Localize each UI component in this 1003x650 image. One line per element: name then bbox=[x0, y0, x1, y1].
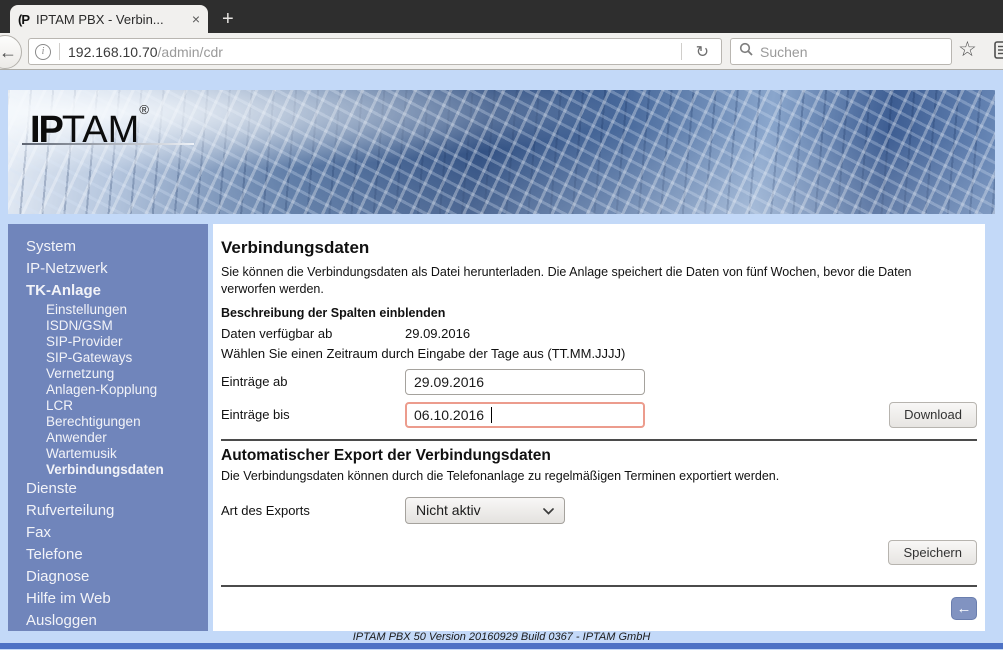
divider bbox=[221, 585, 977, 587]
available-from-value: 29.09.2016 bbox=[405, 326, 470, 341]
export-section-title: Automatischer Export der Verbindungsdate… bbox=[221, 447, 977, 465]
download-button[interactable]: Download bbox=[889, 402, 977, 428]
sidebar-item-sip-provider[interactable]: SIP-Provider bbox=[8, 334, 208, 350]
sidebar-item-dienste[interactable]: Dienste bbox=[8, 478, 208, 500]
new-tab-button[interactable]: + bbox=[222, 6, 234, 32]
reload-icon[interactable]: ↻ bbox=[690, 42, 715, 62]
back-link-button[interactable]: ← bbox=[951, 597, 977, 620]
footer-bar: IPTAM PBX 50 Version 20160929 Build 0367… bbox=[0, 631, 1003, 643]
sidebar-item-diagnose[interactable]: Diagnose bbox=[8, 566, 208, 588]
tab-title: IPTAM PBX - Verbin... bbox=[36, 12, 185, 27]
page-title: Verbindungsdaten bbox=[221, 238, 977, 258]
logo-underline bbox=[22, 143, 194, 145]
sidebar-item-system[interactable]: System bbox=[8, 236, 208, 258]
sidebar-item-verbindungsdaten[interactable]: Verbindungsdaten bbox=[8, 462, 208, 478]
sidebar-item-hilfe-im-web[interactable]: Hilfe im Web bbox=[8, 588, 208, 610]
sidebar-item-sip-gateways[interactable]: SIP-Gateways bbox=[8, 350, 208, 366]
page-viewport: IPTAM® SystemIP-NetzwerkTK-AnlageEinstel… bbox=[0, 90, 1003, 650]
save-button[interactable]: Speichern bbox=[888, 540, 977, 565]
sidebar-item-vernetzung[interactable]: Vernetzung bbox=[8, 366, 208, 382]
bottom-strip bbox=[0, 643, 1003, 649]
url-bar[interactable]: i 192.168.10.70/admin/cdr ↻ bbox=[28, 38, 722, 65]
footer-version-text: IPTAM PBX 50 Version 20160929 Build 0367… bbox=[353, 631, 651, 643]
entries-from-label: Einträge ab bbox=[221, 374, 405, 389]
search-placeholder: Suchen bbox=[760, 44, 807, 60]
export-type-select[interactable]: Nicht aktiv bbox=[405, 497, 565, 524]
entries-to-label: Einträge bis bbox=[221, 407, 405, 422]
content-area: Verbindungsdaten Sie können die Verbindu… bbox=[213, 224, 985, 631]
divider bbox=[59, 43, 60, 60]
browser-window: (P IPTAM PBX - Verbin... × + ← i 192.168… bbox=[0, 0, 1003, 70]
sidebar-item-anwender[interactable]: Anwender bbox=[8, 430, 208, 446]
tab-bar: (P IPTAM PBX - Verbin... × + bbox=[0, 0, 1003, 33]
sidebar-item-ausloggen[interactable]: Ausloggen bbox=[8, 610, 208, 632]
export-type-row: Art des Exports Nicht aktiv bbox=[221, 497, 977, 524]
browser-tab[interactable]: (P IPTAM PBX - Verbin... × bbox=[10, 5, 208, 33]
divider bbox=[681, 43, 682, 60]
sidebar-item-isdn-gsm[interactable]: ISDN/GSM bbox=[8, 318, 208, 334]
sidebar-item-berechtigungen[interactable]: Berechtigungen bbox=[8, 414, 208, 430]
browser-toolbar: ← i 192.168.10.70/admin/cdr ↻ Suchen ☆ bbox=[0, 33, 1003, 70]
info-icon[interactable]: i bbox=[35, 44, 51, 60]
export-type-value: Nicht aktiv bbox=[416, 502, 481, 518]
entries-from-row: Einträge ab bbox=[221, 369, 977, 395]
sidebar-item-lcr[interactable]: LCR bbox=[8, 398, 208, 414]
sidebar-item-fax[interactable]: Fax bbox=[8, 522, 208, 544]
tab-close-icon[interactable]: × bbox=[192, 11, 200, 27]
sidebar-item-anlagen-kopplung[interactable]: Anlagen-Kopplung bbox=[8, 382, 208, 398]
sidebar-item-einstellungen[interactable]: Einstellungen bbox=[8, 302, 208, 318]
toggle-column-description[interactable]: Beschreibung der Spalten einblenden bbox=[221, 306, 977, 320]
iptam-banner: IPTAM® bbox=[8, 90, 995, 214]
search-icon bbox=[739, 42, 753, 61]
save-row: Speichern bbox=[221, 540, 977, 565]
bookmarks-menu-icon[interactable] bbox=[994, 41, 1003, 64]
back-arrow-icon: ← bbox=[957, 600, 972, 617]
divider bbox=[221, 439, 977, 441]
sidebar: SystemIP-NetzwerkTK-AnlageEinstellungenI… bbox=[8, 224, 208, 631]
sidebar-item-wartemusik[interactable]: Wartemusik bbox=[8, 446, 208, 462]
sidebar-item-tk-anlage[interactable]: TK-Anlage bbox=[8, 280, 208, 302]
available-from-label: Daten verfügbar ab bbox=[221, 326, 405, 341]
entries-from-input[interactable] bbox=[405, 369, 645, 395]
sidebar-item-rufverteilung[interactable]: Rufverteilung bbox=[8, 500, 208, 522]
entries-to-row: Einträge bis Download bbox=[221, 402, 977, 428]
export-description: Die Verbindungsdaten können durch die Te… bbox=[221, 469, 977, 483]
url-host: 192.168.10.70 bbox=[68, 44, 158, 60]
text-caret bbox=[491, 407, 492, 423]
iptam-favicon-icon: (P bbox=[18, 12, 29, 27]
search-box[interactable]: Suchen bbox=[730, 38, 952, 65]
back-arrow-icon: ← bbox=[0, 42, 17, 63]
sidebar-item-ip-netzwerk[interactable]: IP-Netzwerk bbox=[8, 258, 208, 280]
export-type-label: Art des Exports bbox=[221, 503, 405, 518]
bookmark-star-icon[interactable]: ☆ bbox=[958, 37, 977, 62]
chevron-down-icon bbox=[543, 502, 554, 518]
back-button[interactable]: ← bbox=[0, 35, 22, 69]
intro-text: Sie können die Verbindungsdaten als Date… bbox=[221, 264, 966, 298]
range-hint: Wählen Sie einen Zeitraum durch Eingabe … bbox=[221, 346, 977, 361]
url-path: /admin/cdr bbox=[158, 44, 223, 60]
entries-to-input[interactable] bbox=[405, 402, 645, 428]
data-available-row: Daten verfügbar ab 29.09.2016 bbox=[221, 326, 977, 341]
logo-registered-mark: ® bbox=[139, 102, 149, 117]
sidebar-item-telefone[interactable]: Telefone bbox=[8, 544, 208, 566]
